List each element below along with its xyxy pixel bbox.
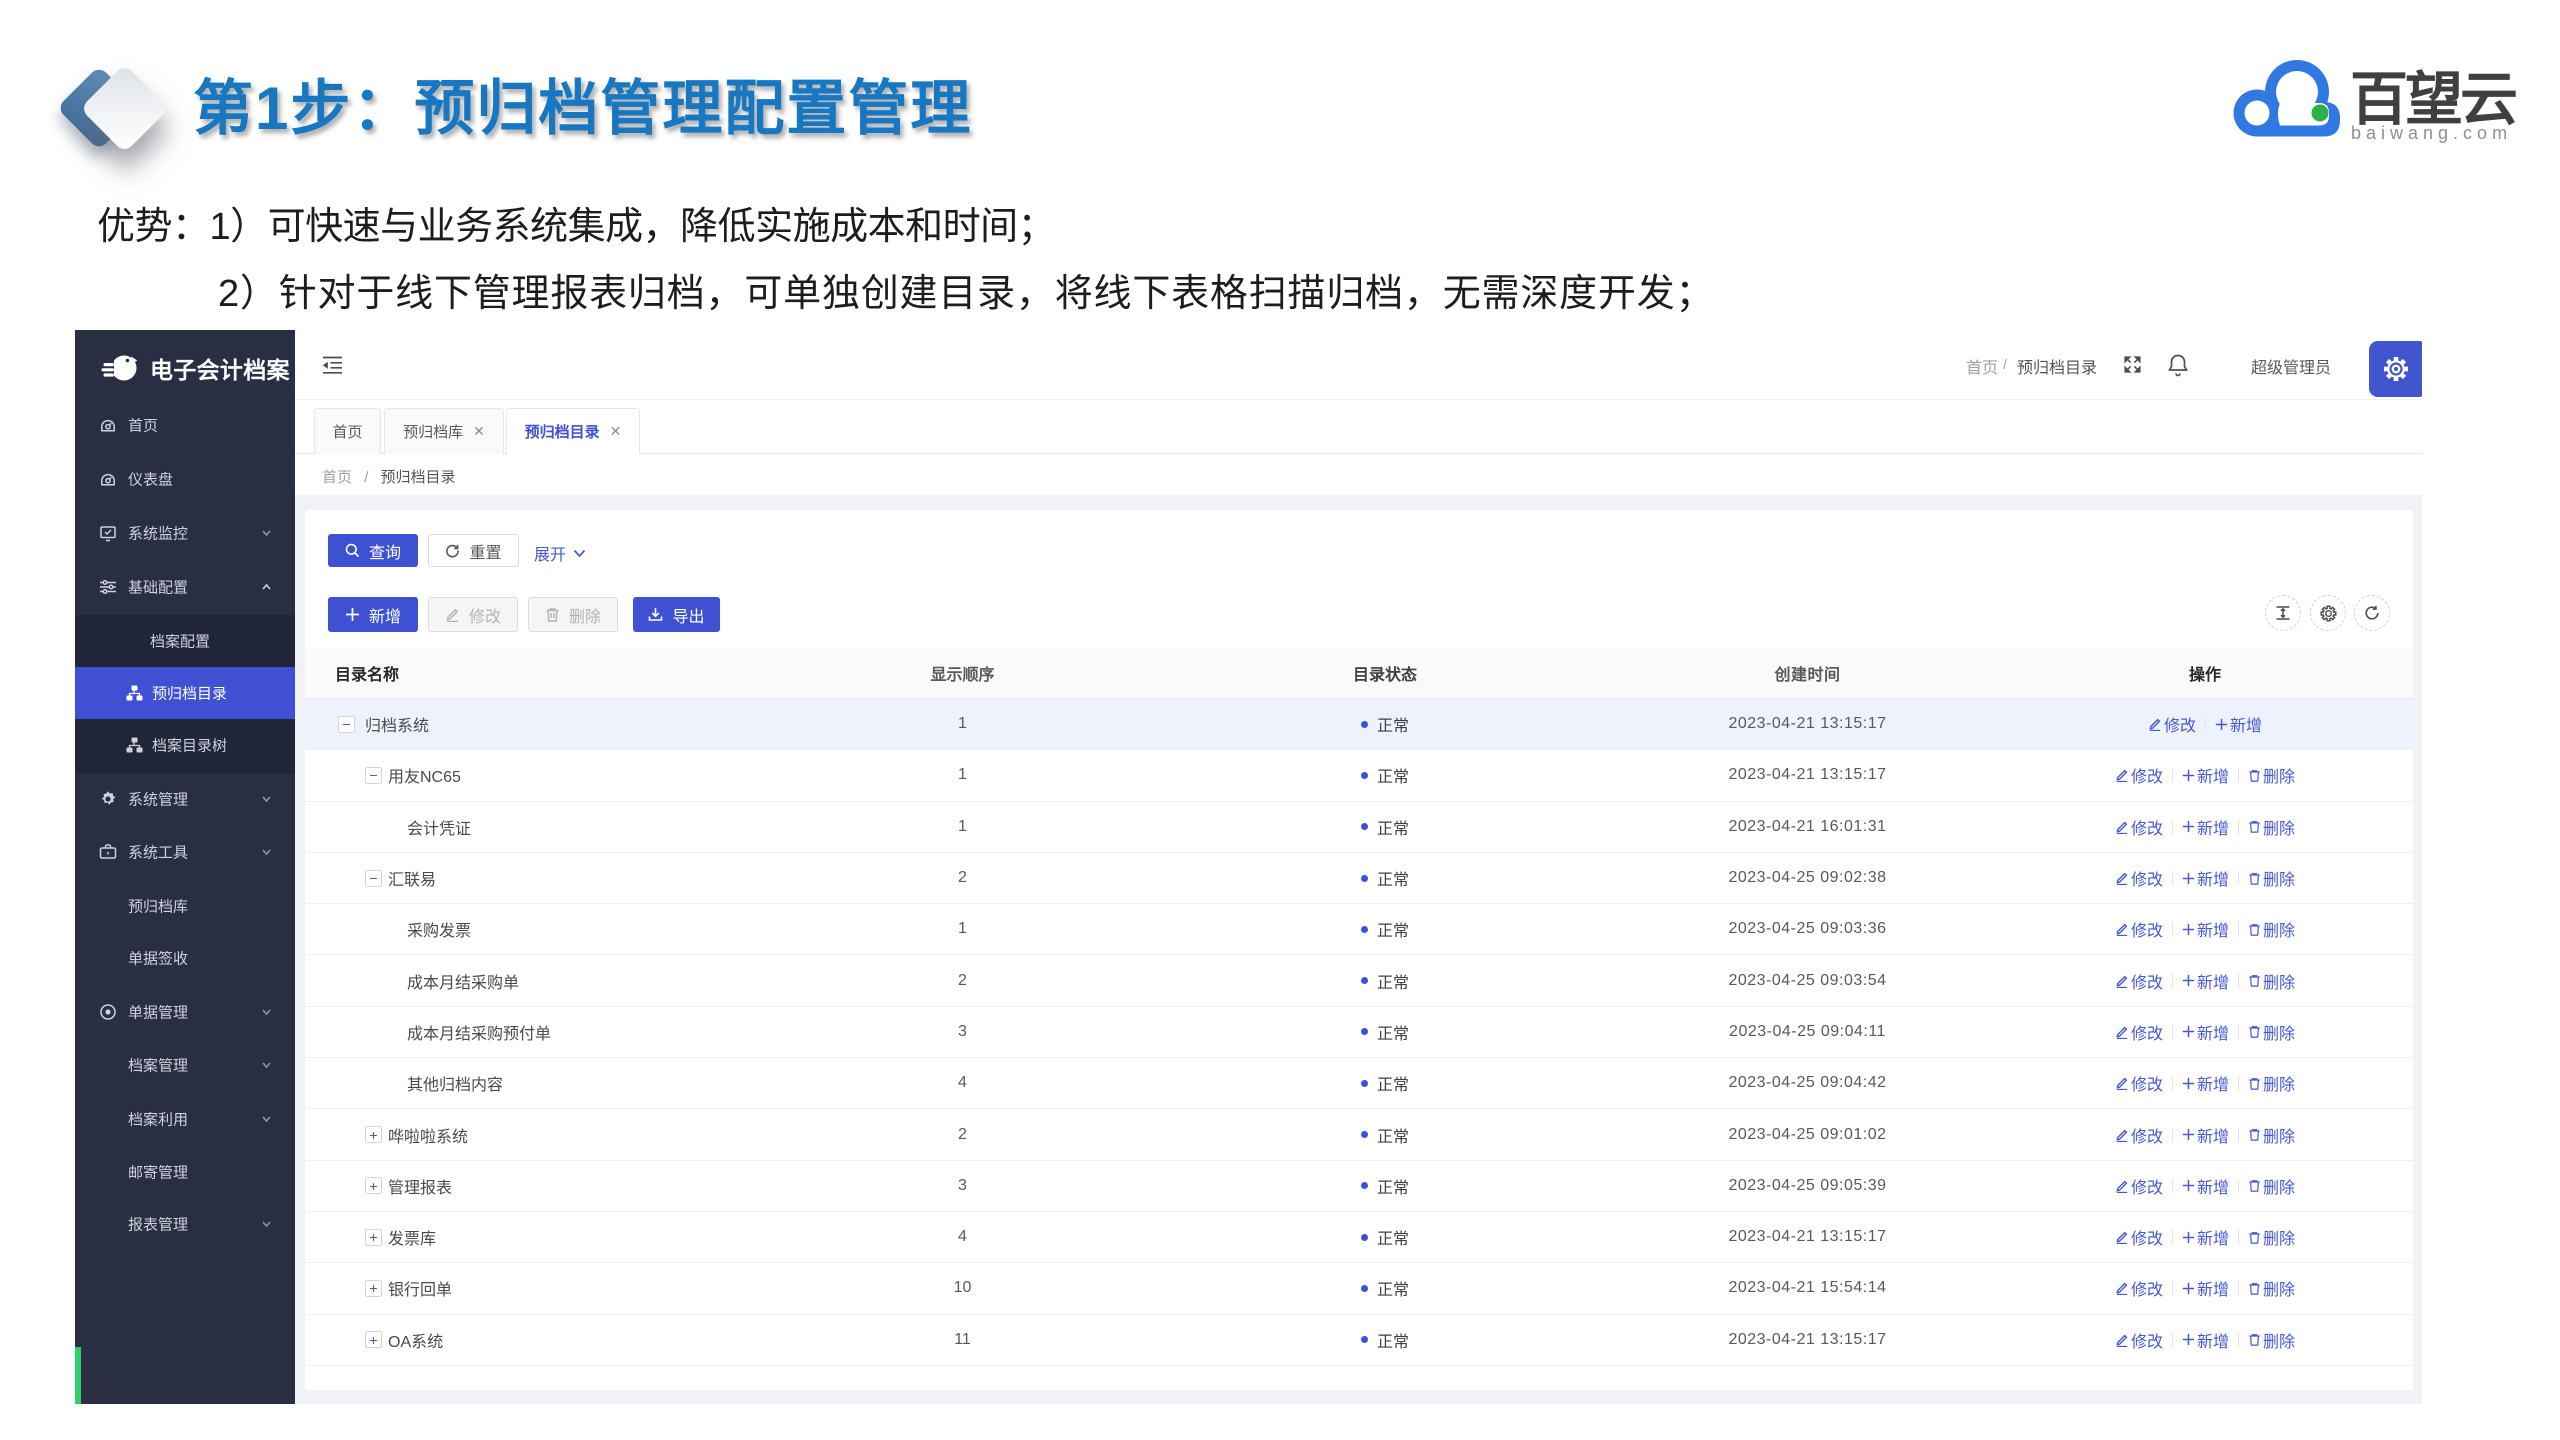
svg-text:baiwang.com: baiwang.com: [2351, 123, 2512, 143]
